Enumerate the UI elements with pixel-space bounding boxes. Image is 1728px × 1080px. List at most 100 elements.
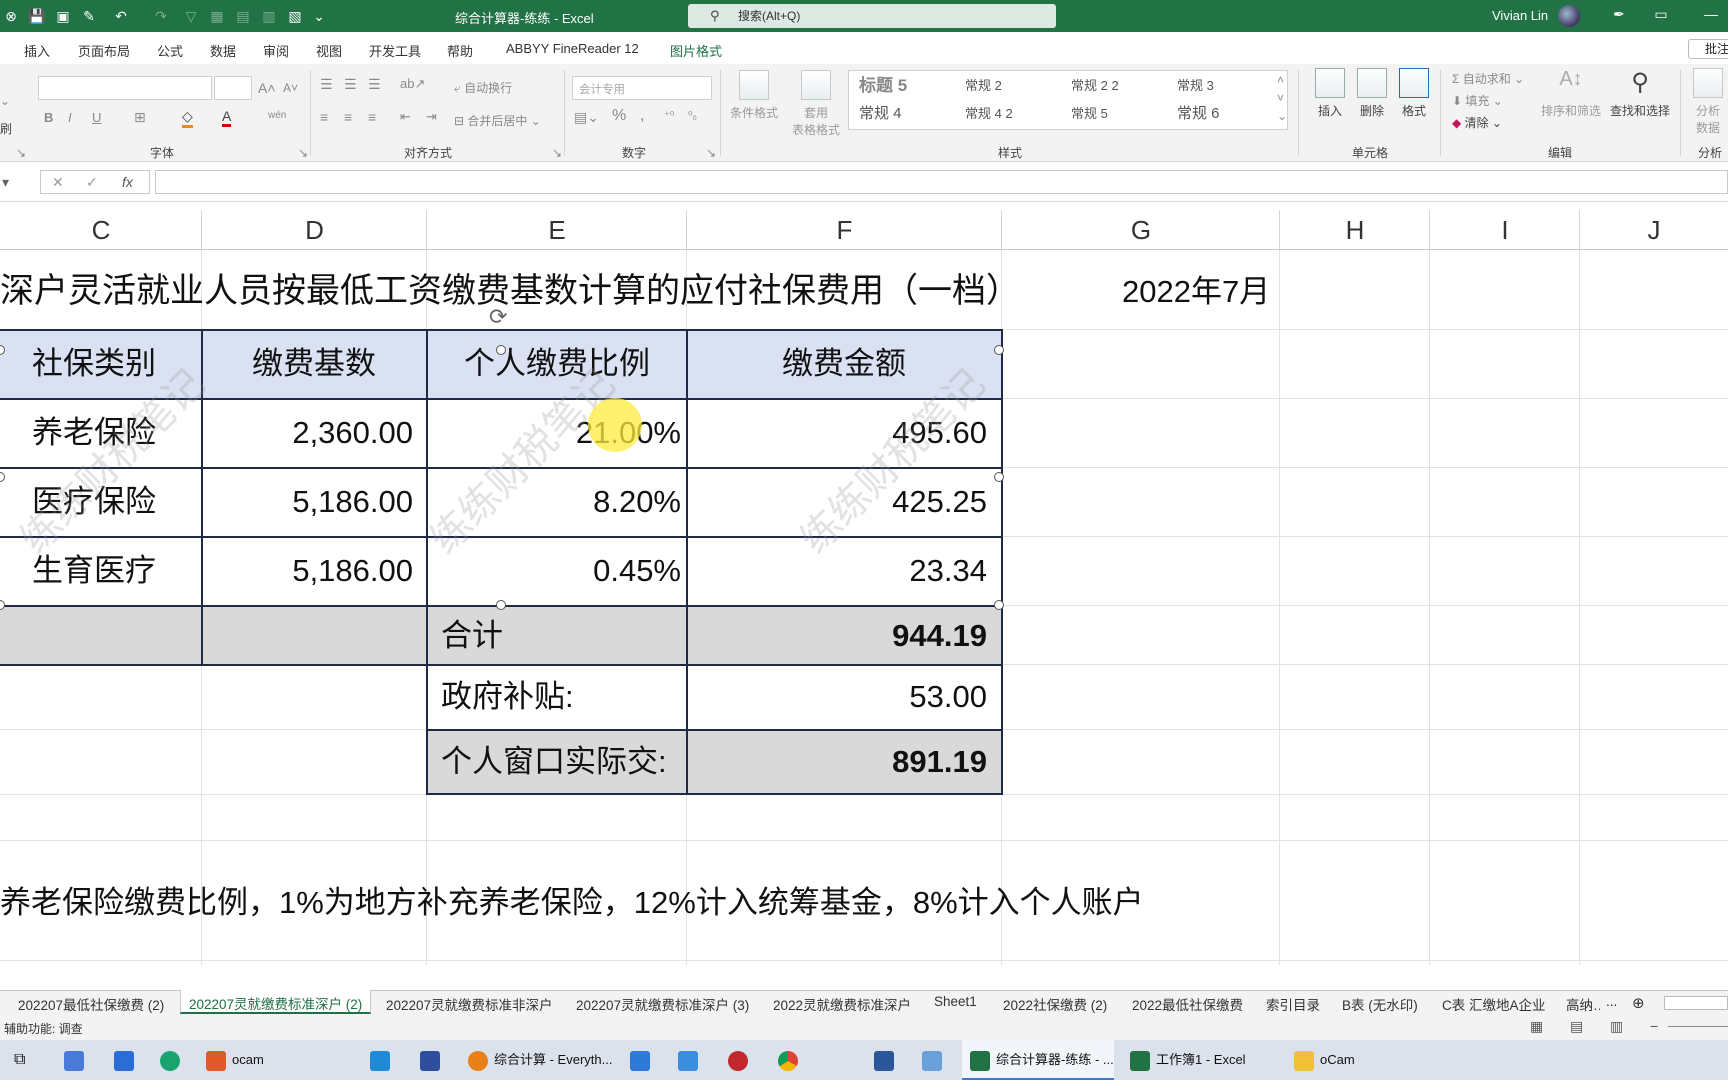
- subsidy-label[interactable]: 政府补贴:: [441, 681, 574, 712]
- sheet-tab[interactable]: C表 汇缴地A企业: [1442, 994, 1546, 1014]
- user-name[interactable]: Vivian Lin: [1492, 8, 1548, 23]
- header-base[interactable]: 缴费基数: [252, 348, 376, 379]
- chrome-icon[interactable]: [778, 1040, 804, 1080]
- tab-formulas[interactable]: 公式: [157, 41, 183, 60]
- font-size-select[interactable]: [214, 76, 252, 100]
- insert-cells-button[interactable]: 插入: [1310, 68, 1350, 119]
- sheet-date[interactable]: 2022年7月: [1122, 276, 1270, 307]
- format-as-table-button[interactable]: 套用 表格格式: [788, 70, 844, 138]
- add-sheet-icon[interactable]: ⊕: [1632, 994, 1645, 1012]
- header-amount[interactable]: 缴费金额: [782, 348, 906, 379]
- gallery-more-icon[interactable]: ⌄: [1277, 109, 1287, 123]
- more-sheets-button[interactable]: ...: [1606, 994, 1617, 1009]
- edge-icon[interactable]: [160, 1040, 186, 1080]
- sheet-tab-active[interactable]: 202207灵就缴费标准深户 (2): [180, 990, 372, 1014]
- style-normal22[interactable]: 常规 2 2: [1065, 74, 1169, 98]
- autosum-button[interactable]: Σ 自动求和 ⌄: [1452, 70, 1524, 87]
- bold-icon[interactable]: B: [44, 110, 53, 125]
- sheet-tab[interactable]: Sheet1: [934, 994, 977, 1009]
- word-icon[interactable]: [874, 1040, 900, 1080]
- task-view-icon[interactable]: ⧉: [14, 1040, 25, 1080]
- insert-function-icon[interactable]: fx: [122, 174, 133, 190]
- formula-input[interactable]: [155, 170, 1728, 194]
- filter-icon[interactable]: ▽: [180, 6, 202, 26]
- format-painter-label[interactable]: 刷: [0, 120, 12, 137]
- app-icon[interactable]: [64, 1040, 90, 1080]
- tab-help[interactable]: 帮助: [447, 41, 473, 60]
- zoom-slider[interactable]: [1668, 1026, 1728, 1027]
- font-color-icon[interactable]: A: [222, 108, 232, 127]
- row-maternity-category[interactable]: 生育医疗: [32, 555, 156, 586]
- style-normal3[interactable]: 常规 3: [1171, 74, 1275, 98]
- save-icon[interactable]: 💾: [26, 6, 48, 26]
- style-normal5[interactable]: 常规 5: [1065, 102, 1169, 126]
- zoom-out-icon[interactable]: −: [1650, 1018, 1658, 1034]
- resize-handle[interactable]: [496, 345, 506, 355]
- sheet-tab[interactable]: 202207最低社保缴费 (2): [18, 994, 164, 1014]
- resize-handle[interactable]: [0, 472, 5, 482]
- align-top-icon[interactable]: ☰: [320, 76, 333, 93]
- sheet-tab[interactable]: 2022社保缴费 (2): [1003, 994, 1107, 1014]
- align-middle-icon[interactable]: ☰: [344, 76, 357, 93]
- phonetic-icon[interactable]: wén: [268, 110, 286, 121]
- row-maternity-base[interactable]: 5,186.00: [202, 555, 413, 586]
- shrink-font-icon[interactable]: A˅: [283, 81, 298, 95]
- dialog-launcher-icon[interactable]: ↘: [298, 146, 308, 160]
- increase-decimal-icon[interactable]: ⁺⁰: [664, 109, 674, 122]
- app-icon[interactable]: [114, 1040, 140, 1080]
- row-maternity-amount[interactable]: 23.34: [687, 555, 987, 586]
- sheet-tab[interactable]: 2022灵就缴费标准深户: [773, 994, 911, 1014]
- borders-icon[interactable]: ⊞: [134, 109, 146, 126]
- sort-filter-button[interactable]: A↕ 排序和筛选: [1540, 68, 1602, 119]
- tab-review[interactable]: 审阅: [263, 41, 289, 60]
- sheet-tab[interactable]: 202207灵就缴费标准非深户: [386, 994, 553, 1014]
- analyze-data-button[interactable]: 分析 数据: [1688, 68, 1728, 136]
- comments-button[interactable]: 批注: [1688, 39, 1728, 59]
- tab-view[interactable]: 视图: [316, 41, 342, 60]
- save-as-icon[interactable]: ▣: [52, 6, 74, 26]
- grow-font-icon[interactable]: A˄: [258, 80, 276, 96]
- undo-icon[interactable]: ↶: [110, 6, 132, 26]
- fill-button[interactable]: ⬇ 填充 ⌄: [1452, 92, 1503, 109]
- chevron-down-icon[interactable]: ⌄: [0, 94, 10, 108]
- resize-handle[interactable]: [496, 600, 506, 610]
- tab-abbyy[interactable]: ABBYY FineReader 12: [506, 41, 639, 56]
- conditional-format-button[interactable]: 条件格式: [726, 70, 782, 121]
- page-break-view-icon[interactable]: ▥: [1610, 1018, 1623, 1035]
- column-header-i[interactable]: I: [1430, 210, 1580, 250]
- total-label[interactable]: 合计: [441, 620, 503, 651]
- find-select-button[interactable]: ⚲ 查找和选择: [1608, 68, 1672, 119]
- align-bottom-icon[interactable]: ☰: [368, 76, 381, 93]
- sheet-tab[interactable]: 高纳…: [1566, 994, 1600, 1014]
- app-icon[interactable]: [922, 1040, 948, 1080]
- avatar[interactable]: [1558, 5, 1580, 27]
- row-pension-base[interactable]: 2,360.00: [202, 417, 413, 448]
- column-header-c[interactable]: C: [0, 210, 202, 250]
- edit-doc-icon[interactable]: ✎: [78, 6, 100, 26]
- search-box[interactable]: ⚲ 搜索(Alt+Q): [688, 4, 1056, 28]
- delete-cells-button[interactable]: 删除: [1352, 68, 1392, 119]
- wrap-text-button[interactable]: ⤶ 自动换行: [454, 79, 512, 96]
- decrease-decimal-icon[interactable]: ⁰₀: [688, 109, 697, 122]
- sheet-tab[interactable]: B表 (无水印): [1342, 994, 1418, 1014]
- taskbar-ocam-folder[interactable]: oCam: [1294, 1040, 1355, 1080]
- style-normal6[interactable]: 常规 6: [1171, 102, 1275, 126]
- app-icon[interactable]: [728, 1040, 754, 1080]
- sheet-tab[interactable]: 2022最低社保缴费: [1132, 994, 1243, 1014]
- gallery-up-icon[interactable]: ˄: [1277, 73, 1284, 87]
- redo-icon[interactable]: ↷: [150, 6, 172, 26]
- column-header-f[interactable]: F: [687, 210, 1002, 250]
- style-normal42[interactable]: 常规 4 2: [959, 102, 1063, 126]
- taskbar-ocam[interactable]: ocam: [206, 1040, 264, 1080]
- style-heading5[interactable]: 标题 5: [853, 74, 957, 98]
- sheet-title[interactable]: 深户灵活就业人员按最低工资缴费基数计算的应付社保费用（一档）: [0, 274, 1020, 308]
- align-right-icon[interactable]: ≡: [368, 109, 376, 125]
- total-value[interactable]: 944.19: [687, 620, 987, 651]
- dialog-launcher-icon[interactable]: ↘: [706, 146, 716, 160]
- app-icon[interactable]: [630, 1040, 656, 1080]
- column-header-e[interactable]: E: [427, 210, 687, 250]
- worksheet-grid[interactable]: 深户灵活就业人员按最低工资缴费基数计算的应付社保费用（一档） 2022年7月 社…: [0, 250, 1728, 965]
- tab-data[interactable]: 数据: [210, 41, 236, 60]
- actual-label[interactable]: 个人窗口实际交:: [441, 746, 667, 777]
- quick-tool-icon[interactable]: ▦: [206, 6, 228, 26]
